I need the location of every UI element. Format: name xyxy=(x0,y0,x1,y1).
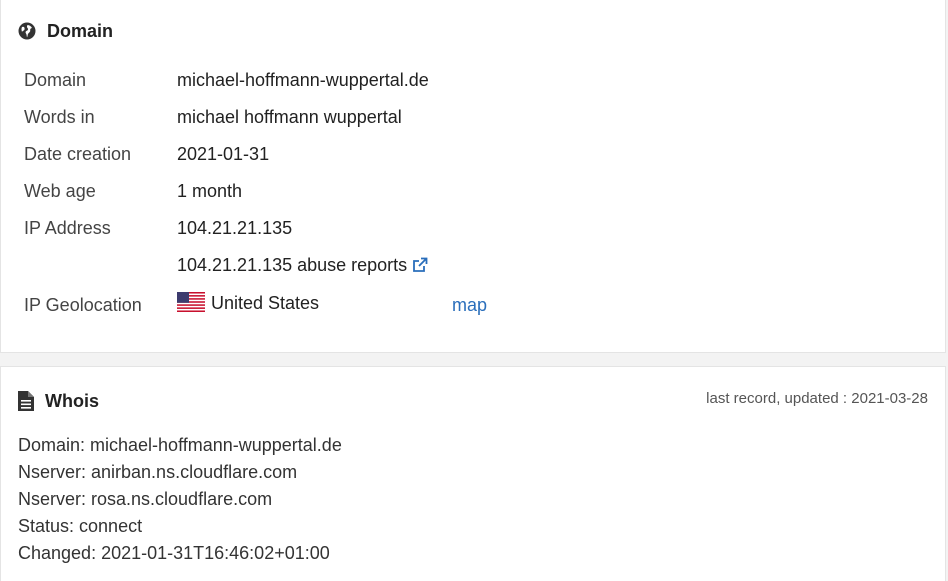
web-age-value: 1 month xyxy=(177,181,243,201)
ip-geolocation-label: IP Geolocation xyxy=(24,295,142,315)
ip-address-link[interactable]: 104.21.21.135 xyxy=(177,216,292,240)
whois-line: Status: connect xyxy=(18,516,143,536)
whois-section-title: Whois xyxy=(45,390,99,411)
ip-geolocation-row: IP Geolocation United States map xyxy=(24,291,524,317)
whois-updated-text: last record, updated : 2021-03-28 xyxy=(706,390,928,407)
map-link[interactable]: map xyxy=(452,293,487,317)
document-icon xyxy=(18,391,34,411)
abuse-reports-label: 104.21.21.135 abuse reports xyxy=(177,255,408,275)
whois-line: Changed: 2021-01-31T16:46:02+01:00 xyxy=(18,543,330,563)
date-creation-value: 2021-01-31 xyxy=(177,144,270,164)
external-link-icon xyxy=(413,257,428,272)
date-creation-label: Date creation xyxy=(24,144,132,164)
domain-value: michael-hoffmann-wuppertal.de xyxy=(177,70,429,90)
whois-line: Nserver: anirban.ns.cloudflare.com xyxy=(18,462,298,482)
ip-address-label: IP Address xyxy=(24,218,111,238)
globe-icon xyxy=(18,22,36,40)
domain-section-header: Domain xyxy=(18,19,113,43)
country-name: United States xyxy=(211,293,320,313)
words-in-label: Words in xyxy=(24,107,95,127)
us-flag-icon xyxy=(177,292,205,312)
web-age-label: Web age xyxy=(24,181,96,201)
domain-section-title: Domain xyxy=(47,20,114,41)
whois-line: Domain: michael-hoffmann-wuppertal.de xyxy=(18,435,342,455)
abuse-reports-link[interactable]: 104.21.21.135 abuse reports xyxy=(177,253,428,277)
whois-line: Nserver: rosa.ns.cloudflare.com xyxy=(18,489,273,509)
domain-label: Domain xyxy=(24,70,87,90)
whois-section-header: Whois xyxy=(18,389,99,413)
words-in-value: michael hoffmann wuppertal xyxy=(177,107,402,127)
country-value: United States xyxy=(177,291,319,315)
